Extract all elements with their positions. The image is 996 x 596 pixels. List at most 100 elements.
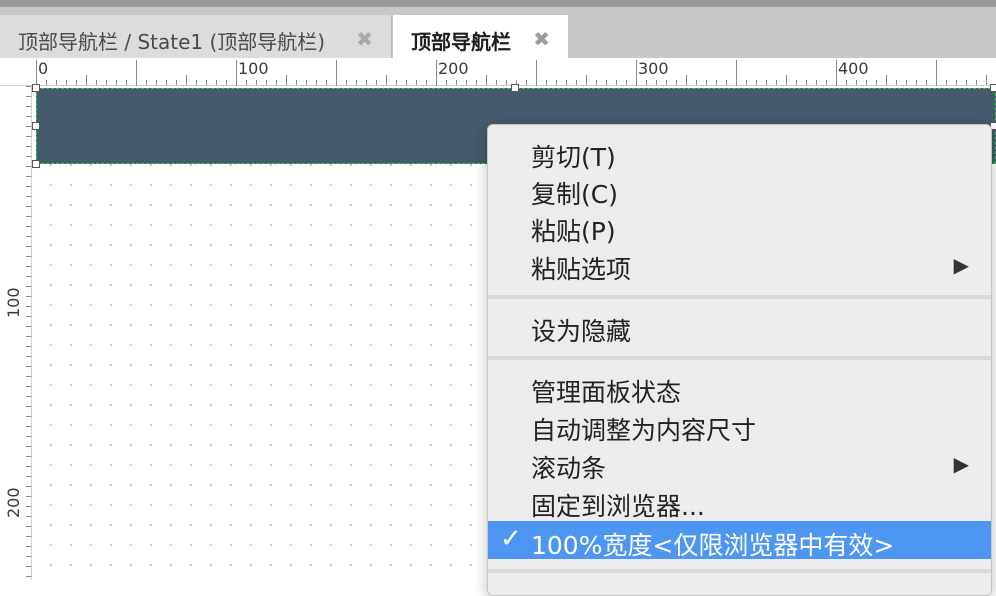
menu-item-fit-to-content[interactable]: 自动调整为内容尺寸 (488, 406, 991, 445)
ruler-tick (896, 80, 897, 85)
ruler-tick (416, 80, 417, 85)
submenu-arrow-icon: ▶ (953, 452, 969, 476)
ruler-tick (26, 506, 31, 507)
ruler-tick (376, 80, 377, 85)
ruler-tick (316, 80, 317, 85)
close-icon[interactable]: ✖ (533, 27, 550, 51)
ruler-tick (26, 526, 31, 527)
ruler-tick (846, 80, 847, 85)
menu-item-full-width[interactable]: ✓ 100%宽度<仅限浏览器中有效> (488, 521, 991, 560)
ruler-tick (26, 396, 31, 397)
menu-separator (488, 356, 991, 360)
ruler-tick (426, 80, 427, 85)
menu-item-cut[interactable]: 剪切(T) (488, 133, 991, 172)
ruler-tick (876, 80, 877, 85)
context-menu: 剪切(T) 复制(C) 粘贴(P) 粘贴选项 ▶ 设为隐藏 管理面板状态 自动调… (487, 124, 992, 596)
ruler-tick (26, 356, 31, 357)
ruler-tick (26, 536, 31, 537)
ruler-tick (456, 80, 457, 85)
resize-handle[interactable] (32, 122, 40, 130)
ruler-tick (26, 126, 31, 127)
ruler-tick (26, 516, 31, 517)
ruler-tick (26, 236, 31, 237)
ruler-tick (226, 80, 227, 85)
ruler-tick (26, 456, 31, 457)
ruler-tick (856, 80, 857, 85)
ruler-tick (606, 80, 607, 85)
ruler-label: 200 (4, 487, 23, 518)
ruler-tick (126, 80, 127, 85)
menu-item-label: 剪切(T) (531, 143, 616, 172)
ruler-tick (636, 60, 637, 86)
ruler-tick (26, 546, 31, 547)
menu-item-set-hidden[interactable]: 设为隐藏 (488, 307, 991, 346)
ruler-tick (26, 436, 31, 437)
ruler-label: 200 (438, 59, 469, 78)
close-icon[interactable]: ✖ (356, 27, 373, 51)
ruler-tick (26, 146, 31, 147)
ruler-tick (156, 80, 157, 85)
menu-item-pin-to-browser[interactable]: 固定到浏览器... (488, 482, 991, 521)
ruler-tick (26, 556, 31, 557)
ruler-tick (26, 256, 31, 257)
checkmark-icon: ✓ (500, 524, 522, 554)
ruler-tick (826, 80, 827, 85)
ruler-tick (176, 80, 177, 85)
ruler-tick (706, 80, 707, 85)
resize-handle[interactable] (32, 160, 40, 168)
ruler-tick (626, 80, 627, 85)
ruler-tick (26, 376, 31, 377)
ruler-tick (786, 75, 787, 85)
menu-item-manage-panel-states[interactable]: 管理面板状态 (488, 368, 991, 407)
ruler-tick (26, 266, 31, 267)
ruler-tick (776, 80, 777, 85)
menu-item-paste[interactable]: 粘贴(P) (488, 207, 991, 246)
ruler-label: 400 (838, 59, 869, 78)
horizontal-ruler: 0 100 200 300 400 (0, 58, 996, 86)
menu-separator (488, 295, 991, 299)
ruler-tick (396, 80, 397, 85)
ruler-tick (26, 316, 31, 317)
ruler-tick (506, 80, 507, 85)
submenu-arrow-icon: ▶ (953, 253, 969, 277)
ruler-tick (26, 206, 31, 207)
menu-item-copy[interactable]: 复制(C) (488, 170, 991, 209)
ruler-tick (646, 80, 647, 85)
ruler-tick (906, 80, 907, 85)
menu-item-label: 100%宽度<仅限浏览器中有效> (531, 531, 895, 560)
ruler-tick (736, 60, 737, 86)
ruler-tick (496, 80, 497, 85)
ruler-tick (26, 186, 31, 187)
ruler-tick (326, 80, 327, 85)
ruler-tick (946, 80, 947, 85)
ruler-tick (476, 80, 477, 85)
menu-item-label: 自动调整为内容尺寸 (531, 416, 757, 445)
menu-item-label: 粘贴选项 (531, 255, 632, 284)
ruler-tick (66, 80, 67, 85)
tab-label: 顶部导航栏 (411, 29, 511, 54)
ruler-tick (756, 80, 757, 85)
ruler-tick (436, 60, 437, 86)
ruler-tick (306, 80, 307, 85)
menu-item-scrollbar[interactable]: 滚动条 ▶ (488, 444, 991, 483)
ruler-tick (26, 226, 31, 227)
ruler-tick (26, 486, 31, 487)
ruler-tick (26, 346, 31, 347)
ruler-tick (26, 446, 31, 447)
ruler-tick (26, 426, 31, 427)
ruler-tick (926, 80, 927, 85)
resize-handle[interactable] (990, 84, 996, 92)
menu-item-paste-options[interactable]: 粘贴选项 ▶ (488, 245, 991, 284)
ruler-tick (26, 166, 31, 167)
ruler-tick (336, 60, 337, 86)
ruler-tick (26, 466, 31, 467)
menu-item-label: 固定到浏览器... (531, 492, 705, 521)
resize-handle[interactable] (511, 84, 519, 92)
resize-handle[interactable] (32, 84, 40, 92)
ruler-tick (26, 246, 31, 247)
ruler-tick (56, 80, 57, 85)
ruler-tick (26, 156, 31, 157)
ruler-tick (666, 80, 667, 85)
menu-item-label: 粘贴(P) (531, 217, 616, 246)
ruler-tick (26, 296, 31, 297)
